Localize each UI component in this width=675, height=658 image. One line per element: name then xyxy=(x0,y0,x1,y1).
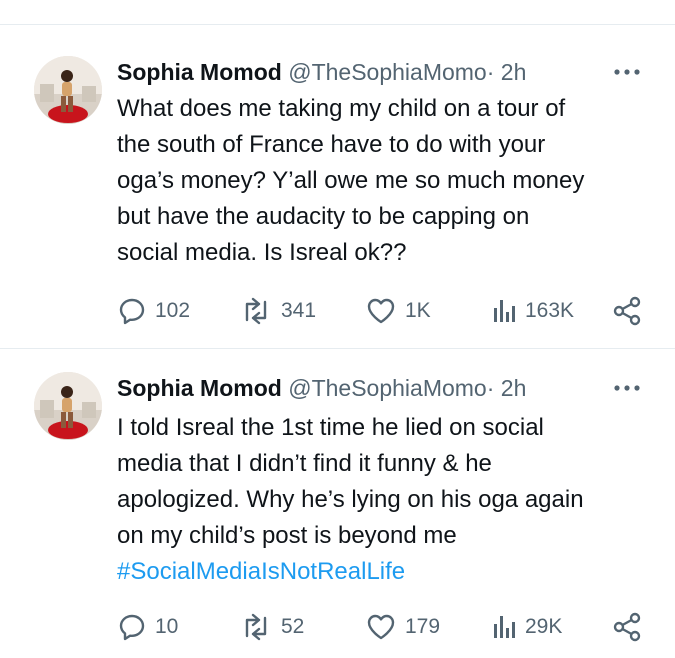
action-bar: 10 52 179 29K xyxy=(117,612,647,642)
repost-button[interactable]: 341 xyxy=(239,296,316,326)
more-icon[interactable] xyxy=(610,373,644,403)
tweet-text: I told Isreal the 1st time he lied on so… xyxy=(117,410,647,590)
views-icon xyxy=(494,616,515,638)
share-icon xyxy=(613,296,641,326)
like-count: 179 xyxy=(405,615,441,638)
repost-icon xyxy=(245,297,267,325)
like-count: 1K xyxy=(405,299,431,322)
reply-button[interactable]: 10 xyxy=(117,612,178,642)
hashtag-link[interactable]: #SocialMediaIsNotRealLife xyxy=(117,558,405,585)
views-button[interactable]: 163K xyxy=(491,296,574,326)
more-icon[interactable] xyxy=(610,57,644,87)
share-button[interactable] xyxy=(611,296,651,326)
views-count: 163K xyxy=(525,299,575,322)
reply-icon xyxy=(119,298,145,325)
like-icon xyxy=(367,298,395,324)
top-divider xyxy=(0,24,675,25)
share-icon xyxy=(613,612,641,642)
reply-count: 10 xyxy=(155,615,179,638)
like-icon xyxy=(367,614,395,640)
avatar[interactable] xyxy=(34,372,102,440)
reply-button[interactable]: 102 xyxy=(117,296,190,326)
views-count: 29K xyxy=(525,615,563,638)
tweet-header: Sophia Momod @TheSophiaMomo· 2h xyxy=(117,373,526,403)
reply-count: 102 xyxy=(155,299,191,322)
author-name[interactable]: Sophia Momod xyxy=(117,375,282,401)
repost-icon xyxy=(245,613,267,641)
author-name[interactable]: Sophia Momod xyxy=(117,59,282,85)
action-bar: 102 341 1K 163K xyxy=(117,296,647,326)
repost-button[interactable]: 52 xyxy=(239,612,304,642)
views-button[interactable]: 29K xyxy=(491,612,562,642)
tweet-text-body: I told Isreal the 1st time he lied on so… xyxy=(117,414,584,549)
timestamp[interactable]: 2h xyxy=(501,375,527,401)
tweet-divider xyxy=(0,348,675,349)
repost-count: 52 xyxy=(281,615,305,638)
tweet-text: What does me taking my child on a tour o… xyxy=(117,95,585,266)
author-handle[interactable]: @TheSophiaMomo· xyxy=(288,59,494,85)
timestamp[interactable]: 2h xyxy=(501,59,527,85)
tweet-header: Sophia Momod @TheSophiaMomo· 2h xyxy=(117,57,526,87)
avatar[interactable] xyxy=(34,56,102,124)
repost-count: 341 xyxy=(281,299,317,322)
like-button[interactable]: 179 xyxy=(365,612,440,642)
views-icon xyxy=(494,300,515,322)
share-button[interactable] xyxy=(611,612,651,642)
like-button[interactable]: 1K xyxy=(365,296,431,326)
reply-icon xyxy=(119,614,145,641)
author-handle[interactable]: @TheSophiaMomo· xyxy=(288,375,494,401)
